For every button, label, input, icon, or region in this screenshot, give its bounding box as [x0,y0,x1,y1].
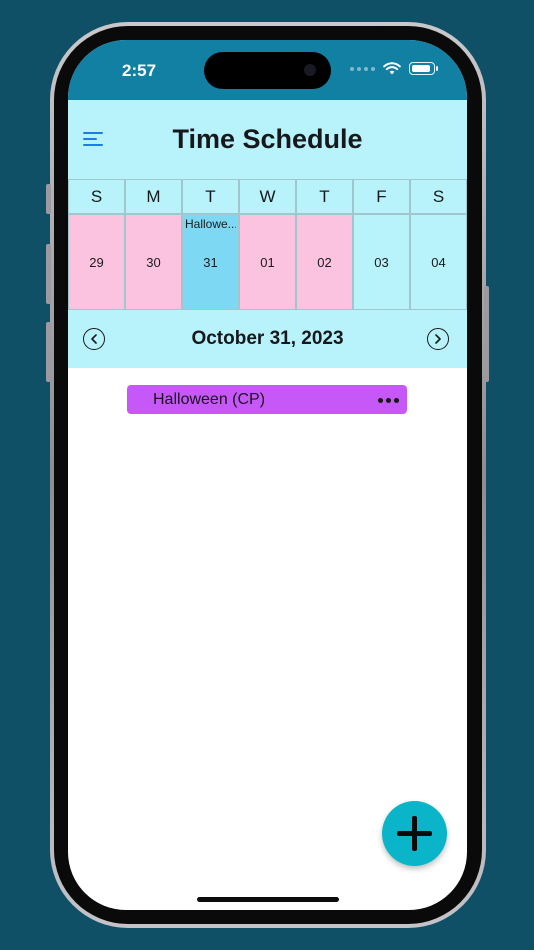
status-icons [350,62,438,75]
screen: 2:57 Time Schedule S M T W T F S 29 30 H… [68,40,467,910]
weekday-label: T [296,179,353,214]
day-number: 03 [374,255,389,270]
more-options-icon[interactable] [378,398,399,403]
chevron-right-icon[interactable] [427,328,449,350]
day-cell[interactable]: 29 [68,214,125,310]
weekday-label: M [125,179,182,214]
day-cell[interactable]: 03 [353,214,410,310]
day-number: 31 [203,255,218,270]
date-navigation-bar: October 31, 2023 [68,310,467,368]
day-cell[interactable]: 30 [125,214,182,310]
day-event-label: Hallowe... [185,217,236,231]
event-title: Halloween (CP) [153,391,266,408]
day-number: 30 [146,255,161,270]
day-number: 04 [431,255,446,270]
day-cell[interactable]: 04 [410,214,467,310]
add-event-button[interactable] [382,801,447,866]
weekday-header-row: S M T W T F S [68,179,467,214]
home-indicator[interactable] [197,897,339,902]
volume-down-button [46,322,51,382]
week-days-row: 29 30 Hallowe... 31 01 02 03 04 [68,214,467,310]
wifi-icon [383,62,401,75]
power-button [484,286,489,382]
weekday-label: W [239,179,296,214]
cellular-signal-icon [350,66,375,71]
status-time: 2:57 [122,61,157,80]
day-number: 29 [89,255,104,270]
battery-icon [409,62,438,75]
dynamic-island [204,52,331,89]
weekday-label: S [68,179,125,214]
weekday-label: F [353,179,410,214]
weekday-label: S [410,179,467,214]
day-cell[interactable]: 01 [239,214,296,310]
event-item[interactable]: Halloween (CP) [127,385,407,414]
camera-icon [304,64,316,76]
page-title: Time Schedule [172,124,363,154]
volume-up-button [46,244,51,304]
day-number: 01 [260,255,275,270]
day-number: 02 [317,255,332,270]
app-header: Time Schedule [68,100,467,179]
selected-date-label: October 31, 2023 [191,328,344,349]
action-button [46,184,51,214]
day-cell-selected[interactable]: Hallowe... 31 [182,214,239,310]
status-bar: 2:57 [68,40,467,100]
day-cell[interactable]: 02 [296,214,353,310]
weekday-label: T [182,179,239,214]
